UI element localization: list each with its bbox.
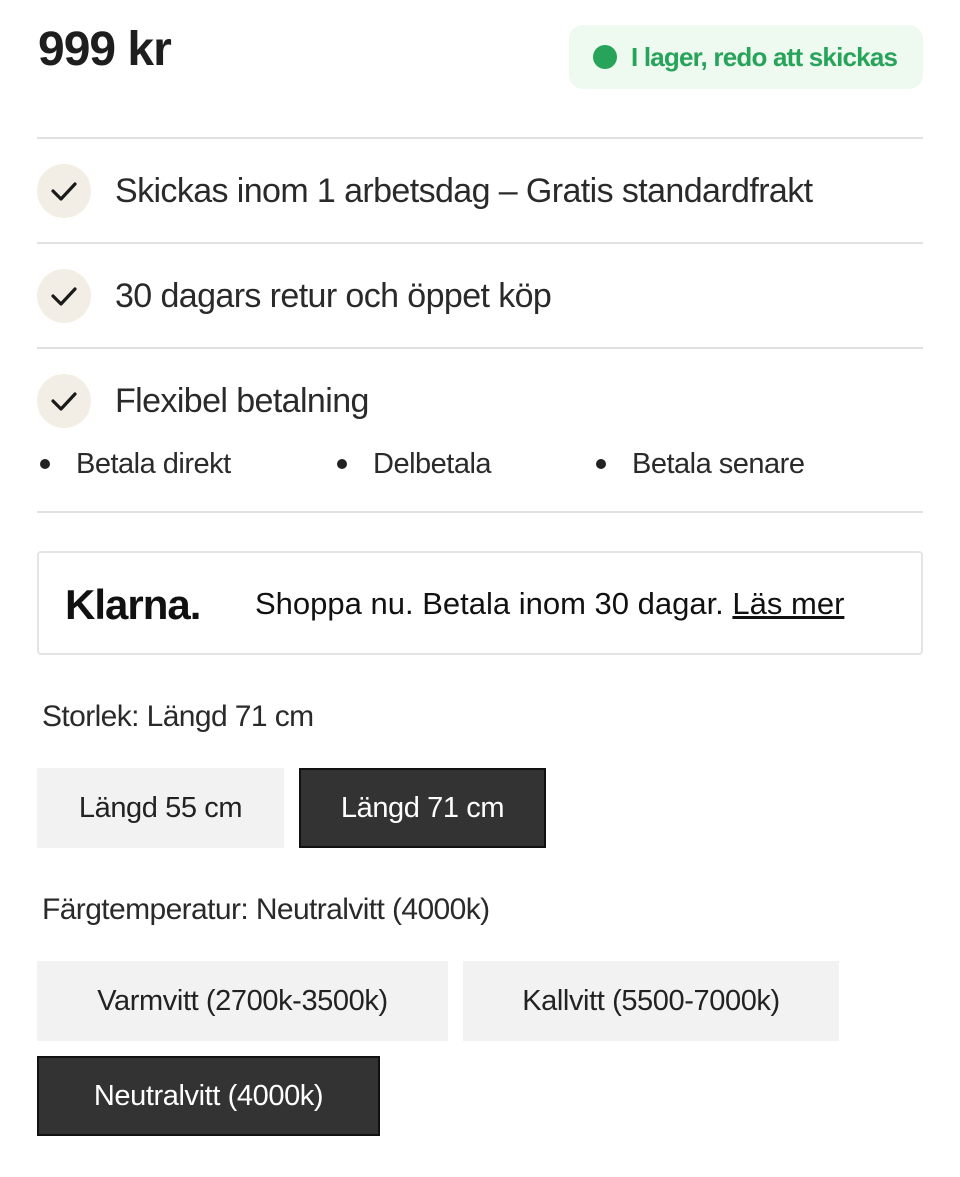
color-temp-option-cold[interactable]: Kallvitt (5500-7000k) xyxy=(463,961,839,1041)
payment-option-direct: Betala direkt xyxy=(40,446,231,482)
check-icon xyxy=(37,374,91,428)
size-heading: Storlek: Längd 71 cm xyxy=(42,700,314,733)
divider xyxy=(37,511,923,513)
stock-status-label: I lager, redo att skickas xyxy=(631,41,898,72)
payment-option-installment: Delbetala xyxy=(337,446,492,482)
check-icon xyxy=(37,269,91,323)
klarna-promo: Klarna. Shoppa nu. Betala inom 30 dagar.… xyxy=(37,551,923,655)
bullet-icon xyxy=(337,459,347,469)
status-dot-icon xyxy=(593,45,617,69)
price: 999 kr xyxy=(38,23,172,76)
size-option-55[interactable]: Längd 55 cm xyxy=(37,768,284,848)
klarna-message: Shoppa nu. Betala inom 30 dagar. Läs mer xyxy=(255,586,844,622)
divider xyxy=(37,137,923,139)
payment-option-later: Betala senare xyxy=(596,446,805,482)
bullet-icon xyxy=(40,459,50,469)
stock-status-badge: I lager, redo att skickas xyxy=(569,25,923,89)
feature-payment: Flexibel betalning xyxy=(37,374,369,428)
divider xyxy=(37,347,923,349)
size-option-71-selected[interactable]: Längd 71 cm xyxy=(299,768,546,848)
feature-returns: 30 dagars retur och öppet köp xyxy=(37,269,552,323)
feature-label: Flexibel betalning xyxy=(115,381,369,420)
divider xyxy=(37,242,923,244)
color-temp-option-warm[interactable]: Varmvitt (2700k-3500k) xyxy=(37,961,448,1041)
klarna-logo: Klarna. xyxy=(65,581,201,628)
bullet-icon xyxy=(596,459,606,469)
feature-shipping: Skickas inom 1 arbetsdag – Gratis standa… xyxy=(37,164,813,218)
color-temp-heading: Färgtemperatur: Neutralvitt (4000k) xyxy=(42,893,490,926)
klarna-message-text: Shoppa nu. Betala inom 30 dagar. xyxy=(255,586,733,621)
color-temp-option-neutral-selected[interactable]: Neutralvitt (4000k) xyxy=(37,1056,380,1136)
read-more-link[interactable]: Läs mer xyxy=(732,586,844,621)
payment-option-label: Betala senare xyxy=(632,447,805,480)
check-icon xyxy=(37,164,91,218)
feature-label: Skickas inom 1 arbetsdag – Gratis standa… xyxy=(115,171,813,210)
payment-option-label: Betala direkt xyxy=(76,447,231,480)
payment-option-label: Delbetala xyxy=(373,447,492,480)
feature-label: 30 dagars retur och öppet köp xyxy=(115,276,552,315)
